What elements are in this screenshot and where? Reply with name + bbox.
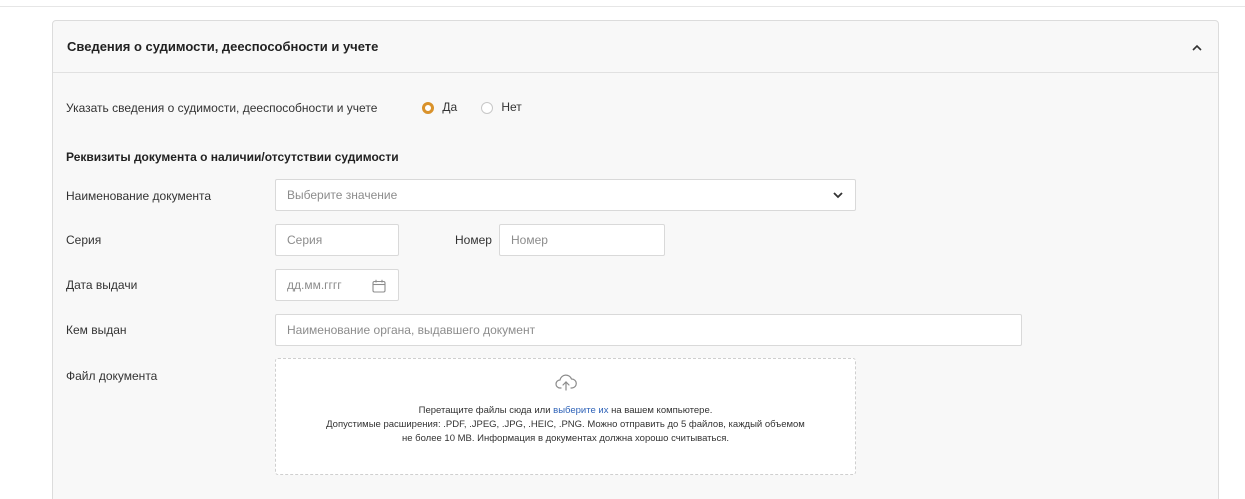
dropzone-line1-after: на вашем компьютере.	[608, 405, 713, 416]
issued-by-placeholder: Наименование органа, выдавшего документ	[287, 323, 536, 337]
doc-name-label: Наименование документа	[66, 189, 212, 203]
chevron-up-icon[interactable]	[1192, 43, 1202, 53]
file-label: Файл документа	[66, 369, 158, 383]
number-input[interactable]: Номер	[499, 224, 665, 256]
doc-name-placeholder: Выберите значение	[287, 188, 398, 202]
radio-no-label: Нет	[501, 100, 522, 114]
panel-title: Сведения о судимости, дееспособности и у…	[67, 39, 379, 54]
cloud-upload-icon	[555, 374, 577, 391]
calendar-icon[interactable]	[372, 279, 386, 293]
top-divider	[0, 6, 1245, 7]
number-placeholder: Номер	[511, 233, 548, 247]
issued-by-label: Кем выдан	[66, 323, 127, 337]
issue-date-label: Дата выдачи	[66, 278, 138, 292]
number-label: Номер	[455, 233, 492, 247]
dropzone-line1-before: Перетащите файлы сюда или	[418, 405, 554, 416]
radio-yes[interactable]	[422, 101, 434, 114]
dropzone-line2: Допустимые расширения: .PDF, .JPEG, .JPG…	[326, 419, 805, 430]
radio-yes-option[interactable]: Да	[422, 100, 457, 114]
radio-no-option[interactable]: Нет	[481, 100, 522, 114]
series-label: Серия	[66, 233, 102, 247]
series-input[interactable]: Серия	[275, 224, 399, 256]
issued-by-input[interactable]: Наименование органа, выдавшего документ	[275, 314, 1022, 346]
issue-date-placeholder: дд.мм.гггг	[287, 278, 342, 292]
select-files-link[interactable]: выберите их	[553, 405, 608, 416]
panel-header[interactable]: Сведения о судимости, дееспособности и у…	[53, 21, 1218, 73]
series-placeholder: Серия	[287, 233, 323, 247]
radio-yes-label: Да	[442, 100, 458, 114]
requisites-title: Реквизиты документа о наличии/отсутствии…	[66, 150, 399, 164]
file-dropzone[interactable]: Перетащите файлы сюда или выберите их на…	[275, 358, 856, 475]
dropzone-line1: Перетащите файлы сюда или выберите их на…	[276, 404, 855, 418]
chevron-down-icon	[833, 192, 843, 199]
dropzone-text: Перетащите файлы сюда или выберите их на…	[276, 404, 855, 446]
issue-date-input[interactable]: дд.мм.гггг	[275, 269, 399, 301]
radio-no[interactable]	[481, 101, 493, 114]
dropzone-line3: не более 10 MB. Информация в документах …	[401, 433, 730, 444]
doc-name-select[interactable]: Выберите значение	[275, 179, 856, 211]
indicate-label: Указать сведения о судимости, дееспособн…	[66, 101, 378, 115]
